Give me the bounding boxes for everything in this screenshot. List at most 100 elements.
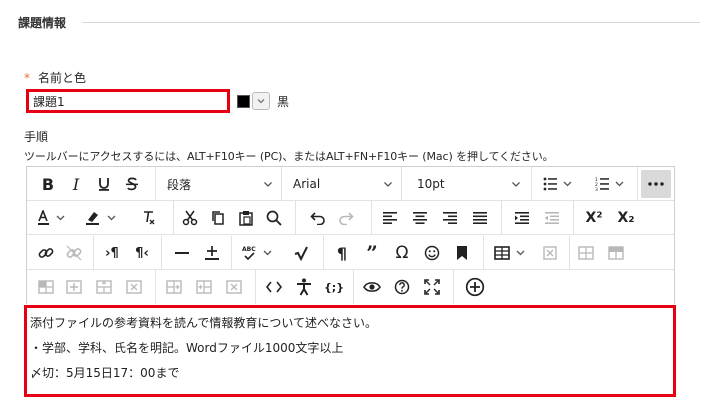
font-family-value: Arial	[293, 177, 321, 191]
section-title: 課題情報	[18, 16, 67, 30]
special-character-button[interactable]: Ω	[389, 239, 415, 267]
table-row-button[interactable]	[573, 239, 599, 267]
add-content-button[interactable]	[461, 273, 489, 301]
highlight-color-button[interactable]	[79, 204, 125, 232]
justify-button[interactable]	[467, 204, 493, 232]
table-props-button[interactable]	[33, 273, 59, 301]
math-button[interactable]	[289, 239, 315, 267]
blockquote-button[interactable]: ”	[359, 239, 385, 267]
plus-minus-icon	[205, 246, 219, 260]
font-size-select[interactable]: 10pt	[409, 170, 525, 198]
bullet-list-button[interactable]	[537, 170, 579, 198]
toolbar-separator	[453, 270, 454, 304]
spellcheck-icon: ABC	[242, 246, 272, 261]
delete-row-button[interactable]	[121, 273, 147, 301]
bold-icon: B	[41, 174, 55, 194]
insert-column-after-button[interactable]	[191, 273, 217, 301]
insert-table-button[interactable]	[489, 239, 533, 267]
quote-icon: ”	[366, 241, 378, 265]
toolbar-separator	[371, 201, 372, 235]
ltr-button[interactable]: ›¶	[99, 239, 125, 267]
text-color-icon	[38, 210, 65, 225]
bold-button[interactable]: B	[35, 170, 61, 198]
delete-column-icon	[226, 280, 242, 294]
template-button[interactable]: {;}	[321, 273, 347, 301]
curly-braces-icon: {;}	[323, 280, 345, 294]
remove-link-button[interactable]	[61, 239, 87, 267]
insert-special-button[interactable]	[199, 239, 225, 267]
horizontal-line-button[interactable]	[169, 239, 195, 267]
more-options-button[interactable]	[641, 170, 671, 198]
editor-line: 添付ファイルの参考資料を読んで情報教育について述べなさい。	[30, 316, 378, 330]
delete-column-button[interactable]	[221, 273, 247, 301]
help-button[interactable]	[389, 273, 415, 301]
table-row-icon	[578, 246, 594, 260]
accessibility-button[interactable]	[291, 273, 317, 301]
color-picker[interactable]	[237, 92, 271, 110]
numbered-list-button[interactable]: 123	[589, 170, 631, 198]
required-mark: *	[24, 71, 30, 85]
numbered-list-icon: 123	[595, 177, 624, 191]
italic-button[interactable]: I	[63, 170, 89, 198]
toolbar-separator	[161, 236, 162, 270]
rtl-icon: ¶‹	[135, 245, 149, 261]
chevron-down-icon	[384, 182, 392, 187]
link-icon	[38, 248, 54, 258]
fullscreen-button[interactable]	[419, 273, 445, 301]
table-cell-button[interactable]	[603, 239, 629, 267]
underline-button[interactable]	[91, 170, 117, 198]
delete-table-button[interactable]	[537, 239, 563, 267]
insert-link-button[interactable]	[33, 239, 59, 267]
cut-button[interactable]	[177, 204, 203, 232]
align-right-button[interactable]	[437, 204, 463, 232]
svg-text:ABC: ABC	[242, 246, 256, 253]
emoji-button[interactable]	[419, 239, 445, 267]
editor-line: ・学部、学科、氏名を明記。Wordファイル1000文字以上	[30, 341, 344, 355]
color-dropdown-button[interactable]	[252, 92, 270, 110]
name-color-label: * 名前と色	[24, 69, 86, 86]
paragraph-format-select[interactable]: 段落	[159, 170, 277, 198]
copy-button[interactable]	[205, 204, 231, 232]
spellcheck-button[interactable]: ABC	[235, 239, 281, 267]
table-properties-icon	[38, 280, 54, 294]
toolbar-separator	[573, 201, 574, 235]
paragraph-format-value: 段落	[167, 177, 192, 192]
bookmark-icon	[457, 246, 467, 260]
rtl-button[interactable]: ¶‹	[129, 239, 155, 267]
align-left-button[interactable]	[377, 204, 403, 232]
align-center-button[interactable]	[407, 204, 433, 232]
table-cell-icon	[608, 246, 624, 260]
insert-row-before-button[interactable]	[61, 273, 87, 301]
toolbar-separator	[531, 167, 532, 201]
chevron-down-icon	[264, 182, 272, 187]
code-icon	[266, 281, 282, 293]
strikethrough-button[interactable]	[119, 170, 145, 198]
source-code-button[interactable]	[261, 273, 287, 301]
italic-icon: I	[72, 174, 80, 194]
section-divider	[82, 22, 700, 23]
bookmark-button[interactable]	[449, 239, 475, 267]
fullscreen-icon	[424, 279, 440, 295]
outdent-icon	[545, 212, 559, 224]
insert-column-before-button[interactable]	[161, 273, 187, 301]
toolbar-separator	[401, 167, 402, 201]
insert-column-after-icon	[196, 280, 212, 294]
superscript-button[interactable]: X²	[579, 204, 609, 232]
font-family-select[interactable]: Arial	[285, 170, 397, 198]
undo-button[interactable]	[305, 204, 331, 232]
find-replace-button[interactable]	[261, 204, 287, 232]
outdent-button[interactable]	[539, 204, 565, 232]
search-icon	[266, 210, 282, 226]
help-icon	[394, 279, 410, 295]
text-color-button[interactable]	[33, 204, 73, 232]
insert-row-after-button[interactable]	[91, 273, 117, 301]
preview-button[interactable]	[359, 273, 385, 301]
assignment-name-input[interactable]	[26, 89, 230, 113]
paste-button[interactable]	[233, 204, 259, 232]
redo-button[interactable]	[333, 204, 359, 232]
instructions-editor[interactable]: 添付ファイルの参考資料を読んで情報教育について述べなさい。 ・学部、学科、氏名を…	[24, 305, 676, 397]
paragraph-marks-button[interactable]: ¶	[329, 239, 355, 267]
subscript-button[interactable]: X₂	[611, 204, 641, 232]
clear-formatting-button[interactable]	[135, 204, 163, 232]
indent-button[interactable]	[509, 204, 535, 232]
